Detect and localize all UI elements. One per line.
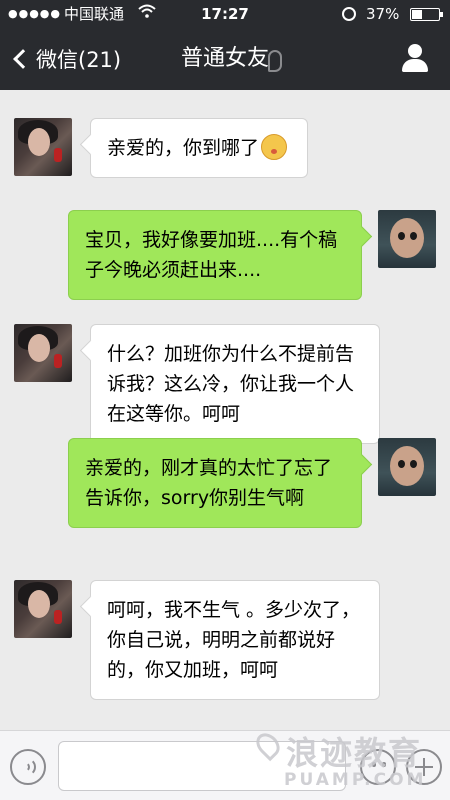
rotation-lock-icon [342, 7, 356, 21]
top-bar: ●●●●● 中国联通 17:27 37% 微信(21) 普通女友 [0, 0, 450, 90]
message-text: 亲爱的，你到哪了 [107, 137, 260, 159]
voice-input-button[interactable] [10, 749, 46, 785]
kiss-face-icon [261, 134, 288, 160]
location-pin-icon [251, 728, 285, 762]
battery-percent: 37% [366, 5, 400, 23]
watermark-main: 浪迹教育 [286, 734, 423, 772]
message-bubble[interactable]: 亲爱的，你到哪了 [90, 118, 308, 178]
message-text: 亲爱的，刚才真的太忙了忘了告诉你，sorry你别生气啊 [85, 457, 333, 509]
watermark: 浪迹教育 PUAMP.COM [251, 728, 427, 790]
message-list[interactable]: 亲爱的，你到哪了 宝贝，我好像要加班....有个稿子今晚必须赶出来.... 什么… [0, 90, 450, 730]
status-bar: ●●●●● 中国联通 17:27 37% [0, 0, 450, 28]
battery-icon [410, 8, 443, 21]
avatar[interactable] [14, 324, 72, 382]
message-bubble[interactable]: 亲爱的，刚才真的太忙了忘了告诉你，sorry你别生气啊 [68, 438, 362, 528]
earpiece-mode-icon [268, 50, 282, 72]
avatar[interactable] [378, 210, 436, 268]
avatar[interactable] [378, 438, 436, 496]
chat-title: 普通女友 [180, 46, 269, 71]
contact-info-button[interactable] [400, 44, 430, 74]
message-text: 什么？加班你为什么不提前告诉我？这么冷，你让我一个人在这等你。呵呵 [107, 343, 355, 425]
message-bubble[interactable]: 呵呵，我不生气 。多少次了，你自己说，明明之前都说好的，你又加班，呵呵 [90, 580, 380, 700]
message-text: 宝贝，我好像要加班....有个稿子今晚必须赶出来.... [85, 229, 338, 281]
avatar[interactable] [14, 118, 72, 176]
chat-nav-bar: 微信(21) 普通女友 [0, 28, 450, 90]
watermark-sub: PUAMP.COM [284, 770, 427, 790]
avatar[interactable] [14, 580, 72, 638]
battery-level [412, 10, 422, 19]
message-text: 呵呵，我不生气 。多少次了，你自己说，明明之前都说好的，你又加班，呵呵 [107, 599, 361, 681]
person-icon [408, 44, 422, 58]
message-bubble[interactable]: 宝贝，我好像要加班....有个稿子今晚必须赶出来.... [68, 210, 362, 300]
message-bubble[interactable]: 什么？加班你为什么不提前告诉我？这么冷，你让我一个人在这等你。呵呵 [90, 324, 380, 444]
